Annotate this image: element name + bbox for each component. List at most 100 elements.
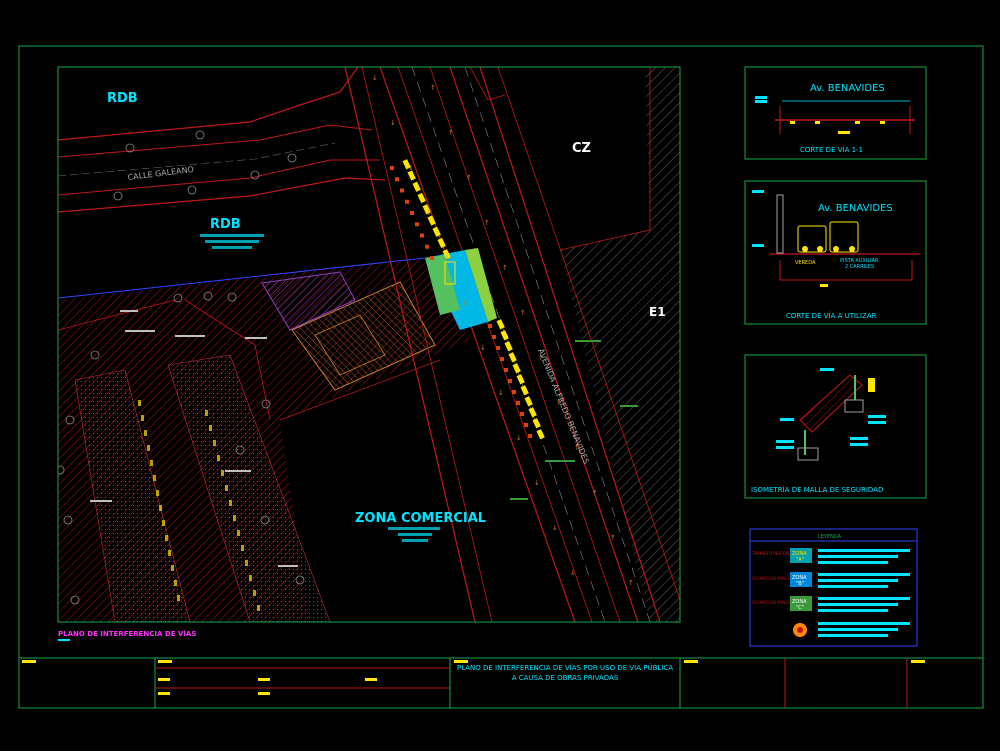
barrier-yellow [500,330,509,341]
street-edge [58,159,380,196]
detail-2-street: Av. BENAVIDES [818,203,893,214]
parking-mark [249,575,252,581]
street-edge [58,124,373,158]
lane-arrow-icon: ↑ [466,174,472,182]
legend-item-2-side: OCUPACIÓN PARCIAL [752,576,794,581]
legend-item-3-side: OCUPACIÓN PARCIAL [752,600,794,605]
lane-arrow-icon: ↑ [430,84,436,92]
parking-mark [168,550,171,556]
barrier-yellow [528,407,537,418]
tree-icon [195,130,205,140]
label-zone: ZONA COMERCIAL [355,511,486,526]
parking-mark [225,485,228,491]
parking-mark [153,475,156,481]
barrier-yellow [532,418,541,429]
label-cz: CZ [572,141,591,156]
legend-item-1-side: TRÁNSITO PEATONAL [751,551,795,556]
annotation-mark [245,337,267,339]
tree-icon [187,185,197,195]
plan-view: ↓↑↓↑↓↑↓↑↓↑↓↑↓↑↓↑↓↑↓↑↓↑↓↑ RDB RDB CZ E1 C… [57,66,681,641]
cone-red [524,423,528,427]
cone-red [492,335,496,339]
detail-1-caption: CORTE DE VÍA 1-1 [800,145,863,154]
annotation-mark [545,460,575,462]
cone-red [410,211,414,215]
lane-arrow-icon: ↑ [628,579,634,587]
annotation-mark [120,310,138,312]
label-rdb-south: RDB [210,217,241,232]
annotation-mark [175,335,205,337]
legend-title: LEYENDA [818,534,842,540]
label-street: CALLE GALEANO [127,165,194,182]
parking-mark [205,410,208,416]
cone-red [395,177,399,182]
parking-mark [150,460,153,466]
detail-cross-section-2: Av. BENAVIDES VEREDA PISTA AUXILIAR 2 CA… [744,180,927,325]
parking-mark [257,605,260,611]
cone-red [425,244,429,249]
barrier-yellow [496,319,505,330]
parking-mark [229,500,232,506]
parking-mark [147,445,150,451]
cone-red [390,166,394,170]
lane-arrow-icon: ↓ [516,434,522,442]
parking-mark [245,560,248,566]
lane-arrow-icon: ↓ [426,209,432,217]
tree-icon [287,153,297,163]
cad-drawing: ↓↑↓↑↓↑↓↑↓↑↓↑↓↑↓↑↓↑↓↑↓↑↓↑ RDB RDB CZ E1 C… [18,45,984,709]
barrier-yellow [516,374,525,385]
parking-mark [144,430,147,436]
parking-mark [177,595,180,601]
legend-item-1-tag2: "A" [796,557,804,563]
parking-mark [237,530,240,536]
lane-arrow-icon: ↓ [552,524,558,532]
annotation-mark [225,470,251,472]
parking-mark [241,545,244,551]
cone-red [520,412,524,416]
cone-red [504,368,508,372]
lane-arrow-icon: ↑ [448,129,454,137]
lane-arrow-icon: ↓ [462,299,468,307]
detail-2-vereda: VEREDA [795,260,816,266]
lane-arrow-icon: ↑ [520,309,526,317]
barrier-yellow [437,237,446,249]
parking-mark [253,590,256,596]
lane-arrow-icon: ↑ [610,534,616,542]
legend: LEYENDA TRÁNSITO PEATONAL ZONA "A" OCUPA… [749,528,918,647]
lane-arrow-icon: ↓ [570,569,576,577]
annotation-mark [575,340,601,342]
safety-mesh [799,374,863,433]
annotation-mark [90,500,112,502]
detail-isometric: ISOMETRÍA DE MALLA DE SEGURIDAD [744,354,927,499]
lane-arrow-icon: ↓ [498,389,504,397]
cone-red [405,199,409,204]
detail-2-caption: CORTE DE VÍA A UTILIZAR [786,311,877,320]
parking-mark [209,425,212,431]
parking-mark [162,520,165,526]
cone-red [516,401,520,405]
title-block: PLANO DE INTERFERENCIA DE VÍAS POR USO D… [19,657,983,708]
title-line-1: PLANO DE INTERFERENCIA DE VÍAS POR USO D… [457,663,673,672]
lane-arrow-icon: ↑ [592,489,598,497]
lot-line [559,67,651,251]
label-rdb-north: RDB [107,91,138,106]
cone-red [415,222,419,227]
plan-caption: PLANO DE INTERFERENCIA DE VÍAS [58,629,196,638]
street-centerline [58,142,336,177]
cone-red [508,379,512,383]
parking-mark [171,565,174,571]
detail-2-carriles: 2 CARRILES [845,264,874,270]
parking-mark [156,490,159,496]
parking-mark [165,535,168,541]
annotation-mark [278,565,298,567]
cone-red [496,346,500,350]
lane-arrow-icon: ↓ [480,344,486,352]
parking-mark [217,455,220,461]
parking-mark [159,505,162,511]
barrier-yellow [508,352,517,363]
parking-mark [213,440,216,446]
lane-arrow-icon: ↓ [444,254,450,262]
barrier-yellow [524,396,533,407]
lane-arrow-icon: ↑ [502,264,508,272]
detail-3-frame [744,354,927,499]
